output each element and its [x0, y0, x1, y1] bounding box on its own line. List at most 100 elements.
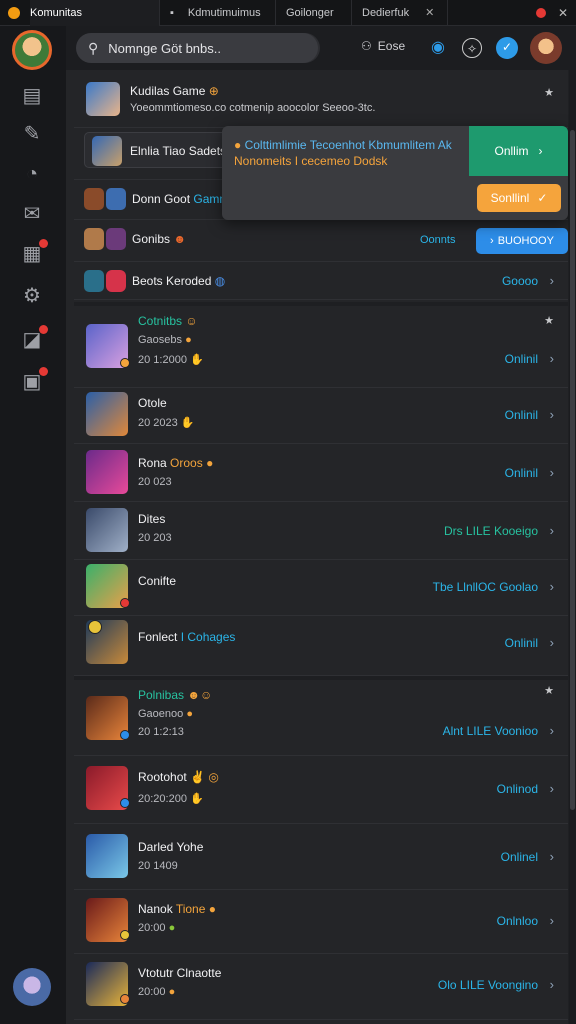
- chevron-right-icon[interactable]: ›: [550, 579, 554, 594]
- game-thumbnail: [84, 188, 104, 210]
- title-bar: Komunitas ▪ Kdmutimuimus Goilonger Dedier…: [0, 0, 576, 26]
- row-title: Beots Keroded ◍: [132, 274, 226, 288]
- row-title: Rona Oroos ●: [138, 456, 214, 470]
- search-icon: ⚲: [88, 39, 99, 56]
- scrollbar[interactable]: [569, 70, 576, 1024]
- row-subtitle: Gaosebs ●: [138, 334, 192, 346]
- list-item[interactable]: Dites 20 203 Drs LILE Kooeigo ›: [74, 502, 568, 560]
- star-icon[interactable]: ★: [544, 86, 554, 99]
- emoji-icon: ●: [234, 138, 242, 152]
- record-icon[interactable]: [535, 7, 546, 18]
- list-item[interactable]: Rona Oroos ● 20 023 Onlinil ›: [74, 444, 568, 502]
- search-input[interactable]: [108, 40, 279, 56]
- mail-icon[interactable]: ✉: [20, 202, 44, 226]
- chevron-right-icon[interactable]: ›: [550, 407, 554, 422]
- list-item[interactable]: Vtotutr Clnaotte 20:00 ● Olo LILE Voongi…: [74, 954, 568, 1020]
- user-menu[interactable]: ⚇ Eose: [361, 39, 405, 53]
- row-title: Cotnitbs ☺: [138, 314, 198, 328]
- list-item[interactable]: Cotnitbs ☺ Gaosebs ● 20 1:2000 ✋ ★ Onlin…: [74, 308, 568, 388]
- star-icon[interactable]: ★: [544, 684, 554, 697]
- inbox-icon[interactable]: ▣: [20, 367, 48, 394]
- row-status: Olo LILE Voongino: [437, 978, 538, 992]
- compass-icon[interactable]: ✧: [462, 38, 482, 58]
- window-close-icon[interactable]: ✕: [558, 6, 568, 20]
- notification-dot: [39, 325, 48, 334]
- row-title: Vtotutr Clnaotte: [138, 966, 222, 980]
- list-item[interactable]: Otole 20 2023 ✋ Onlinil ›: [74, 388, 568, 444]
- chevron-right-icon[interactable]: ›: [550, 465, 554, 480]
- emoji-icon: ✌ ◎: [190, 770, 219, 784]
- check-icon[interactable]: ✓: [496, 37, 518, 59]
- header: ⚲ ⚇ Eose ◉ ✧ ✓: [66, 26, 576, 70]
- popup-secondary-button[interactable]: Sonllinl ✓: [477, 184, 561, 212]
- list-item[interactable]: Gonibs ☻ Oonnts › BUOHOOY: [74, 220, 568, 262]
- tab-second[interactable]: ▪ Kdmutimuimus: [160, 0, 276, 26]
- list-item[interactable]: Conifte Tbe LlnllOC Goolao ›: [74, 560, 568, 616]
- row-subtitle: 20 1409: [138, 860, 178, 872]
- close-icon[interactable]: ✕: [425, 6, 434, 19]
- popup-primary-button[interactable]: Onllim ›: [469, 126, 568, 176]
- list-item[interactable]: Kudilas Game ⊕ Yoeommtiomeso.co cotmenip…: [74, 70, 568, 128]
- row-status: Onlinil: [504, 466, 538, 480]
- list-item[interactable]: Fonlect I Cohages Onlinil ›: [74, 616, 568, 676]
- chevron-right-icon[interactable]: ›: [550, 523, 554, 538]
- row-subtitle: 20 1:2:13: [138, 726, 184, 738]
- chevron-right-icon[interactable]: ›: [550, 273, 554, 288]
- row-title: Polnibas ☻☺: [138, 688, 213, 702]
- edit-icon[interactable]: ✎: [20, 122, 44, 146]
- chat-bubble-icon[interactable]: ◉: [428, 38, 448, 58]
- clock-icon[interactable]: ◔: [20, 162, 44, 186]
- emoji-icon: ●: [168, 922, 176, 934]
- list-item[interactable]: Polnibas ☻☺ Gaoenoo ● 20 1:2:13 ★ Alnt L…: [74, 680, 568, 756]
- chevron-right-icon[interactable]: ›: [550, 781, 554, 796]
- chevron-right-icon[interactable]: ›: [550, 849, 554, 864]
- notification-popup[interactable]: ● Colttimlimie Tecoenhot Kbmumlitem Ak N…: [222, 126, 568, 220]
- chevron-right-icon[interactable]: ›: [550, 635, 554, 650]
- search-box[interactable]: ⚲: [76, 33, 318, 63]
- settings-icon[interactable]: ⚙: [20, 284, 44, 308]
- tab-fourth[interactable]: Dedierfuk ✕: [352, 0, 448, 26]
- emoji-icon: ●: [206, 456, 214, 470]
- list-item[interactable]: Nanok Tione ● 20:00 ● Onlnloo ›: [74, 890, 568, 954]
- star-icon[interactable]: ★: [544, 314, 554, 327]
- tag-icon[interactable]: ◪: [20, 325, 48, 352]
- chevron-right-icon: ›: [490, 235, 494, 247]
- chevron-right-icon[interactable]: ›: [550, 351, 554, 366]
- list-item[interactable]: Darled Yohe 20 1409 Onlinel ›: [74, 824, 568, 890]
- check-icon: ✓: [537, 191, 548, 205]
- row-status: Alnt LILE Voonioo: [442, 724, 538, 738]
- calendar-icon[interactable]: ▦: [20, 239, 48, 266]
- tab-third[interactable]: Goilonger: [276, 0, 352, 26]
- row-status: Onlinil: [504, 408, 538, 422]
- emoji-icon: ●: [186, 708, 193, 720]
- chevron-right-icon[interactable]: ›: [550, 723, 554, 738]
- status-badge: [120, 598, 130, 608]
- tab-icon: ▪: [170, 6, 174, 19]
- status-badge: [120, 798, 130, 808]
- scrollbar-thumb[interactable]: [570, 130, 575, 810]
- header-avatar[interactable]: [530, 32, 562, 64]
- list-item[interactable]: Beots Keroded ◍ Goooo ›: [74, 262, 568, 300]
- row-subtitle: 20 203: [138, 532, 172, 544]
- emoji-icon: ☻: [173, 232, 187, 246]
- row-subtitle: Gaoenoo ●: [138, 708, 193, 720]
- chat-icon[interactable]: ▤: [20, 84, 44, 108]
- game-thumbnail: [106, 228, 126, 250]
- tab-komunitas[interactable]: Komunitas: [30, 0, 160, 26]
- chevron-right-icon[interactable]: ›: [550, 913, 554, 928]
- row-subtitle: Yoeommtiomeso.co cotmenip aoocolor Seeoo…: [130, 102, 376, 114]
- notification-dot: [39, 367, 48, 376]
- row-subtitle: 20:20:200 ✋: [138, 793, 204, 805]
- status-badge: [120, 930, 130, 940]
- row-title: Elnlia Tiao Sadets: [130, 144, 227, 158]
- profile-avatar[interactable]: [12, 30, 52, 70]
- emoji-icon: ●: [208, 902, 216, 916]
- action-button[interactable]: › BUOHOOY: [476, 228, 568, 254]
- list-item[interactable]: Rootohot ✌ ◎ 20:20:200 ✋ Onlinod ›: [74, 756, 568, 824]
- row-status: Oonnts: [420, 234, 456, 246]
- emoji-icon: ☻☺: [187, 688, 213, 702]
- user-avatar[interactable]: [13, 968, 51, 1006]
- row-subtitle: 20 2023 ✋: [138, 417, 195, 429]
- chevron-right-icon[interactable]: ›: [550, 977, 554, 992]
- row-status: Tbe LlnllOC Goolao: [432, 580, 538, 594]
